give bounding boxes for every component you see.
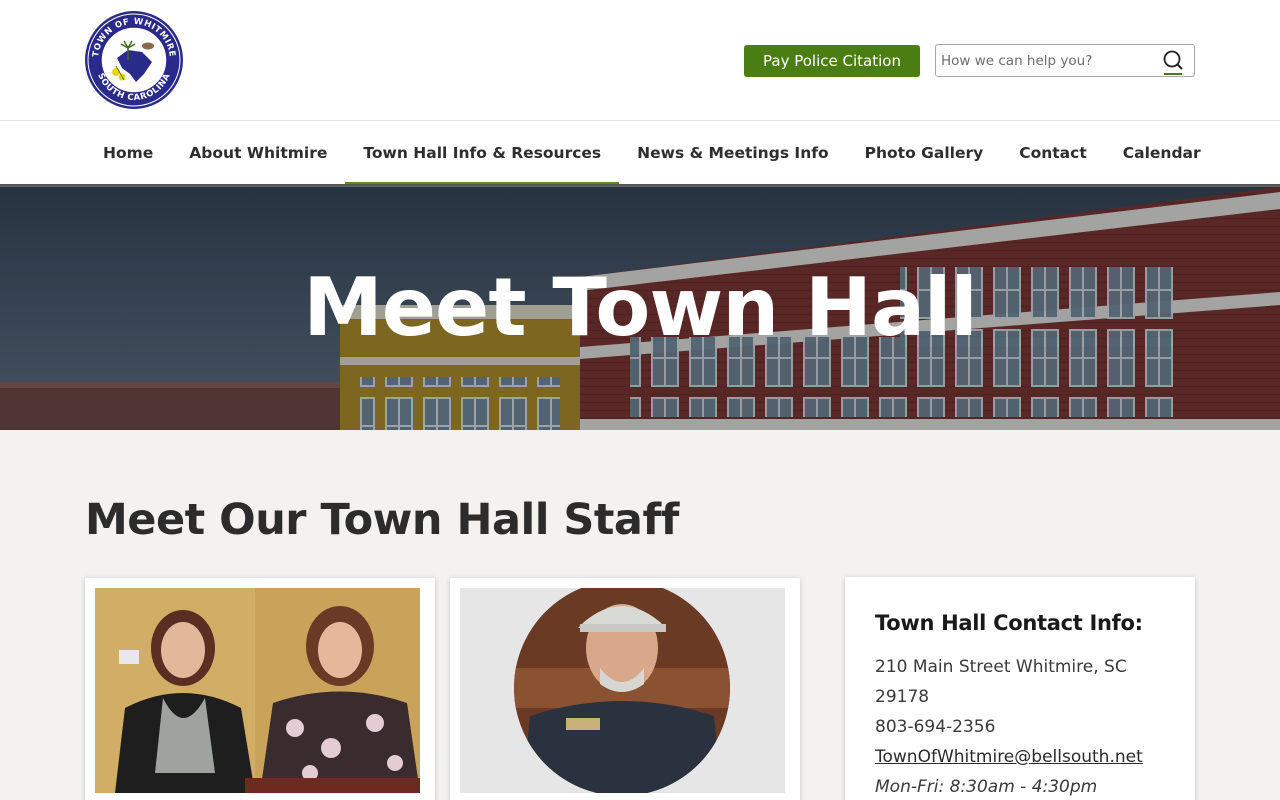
nav-item-contact[interactable]: Contact [1001, 121, 1105, 185]
nav-list: Home About Whitmire Town Hall Info & Res… [85, 121, 1219, 187]
search-input[interactable] [937, 46, 1147, 75]
section-title: Meet Our Town Hall Staff [85, 495, 679, 545]
nav-item-calendar[interactable]: Calendar [1105, 121, 1219, 185]
seal-graphic: TOWN OF WHITMIRE SOUTH CAROLINA [85, 11, 183, 109]
town-seal-logo[interactable]: TOWN OF WHITMIRE SOUTH CAROLINA [84, 10, 184, 110]
staff-photo [95, 588, 420, 793]
nav-item-home[interactable]: Home [85, 121, 171, 185]
nav-item-about-whitmire[interactable]: About Whitmire [171, 121, 345, 185]
search-box [935, 44, 1195, 77]
contact-address-line2: 29178 [875, 687, 930, 707]
site-header: TOWN OF WHITMIRE SOUTH CAROLINA Pay Poli… [0, 0, 1280, 120]
main-navigation: Home About Whitmire Town Hall Info & Res… [0, 120, 1280, 187]
hero-banner: Meet Town Hall [0, 187, 1280, 430]
staff-card[interactable] [85, 578, 435, 800]
page-title: Meet Town Hall [303, 261, 978, 354]
search-icon[interactable] [1156, 48, 1190, 75]
pay-police-citation-button[interactable]: Pay Police Citation [744, 45, 920, 77]
contact-title: Town Hall Contact Info: [875, 611, 1143, 635]
staff-photo [460, 588, 785, 793]
nav-item-town-hall-info[interactable]: Town Hall Info & Resources [345, 121, 619, 187]
contact-phone: 803-694-2356 [875, 717, 996, 737]
contact-address-line1: 210 Main Street Whitmire, SC [875, 657, 1127, 677]
nav-item-news-meetings[interactable]: News & Meetings Info [619, 121, 846, 185]
contact-info-card: Town Hall Contact Info: 210 Main Street … [845, 577, 1195, 800]
nav-item-photo-gallery[interactable]: Photo Gallery [847, 121, 1002, 185]
contact-email-link[interactable]: TownOfWhitmire@bellsouth.net [875, 747, 1143, 767]
contact-hours: Mon-Fri: 8:30am - 4:30pm [875, 777, 1098, 797]
staff-card[interactable] [450, 578, 800, 800]
